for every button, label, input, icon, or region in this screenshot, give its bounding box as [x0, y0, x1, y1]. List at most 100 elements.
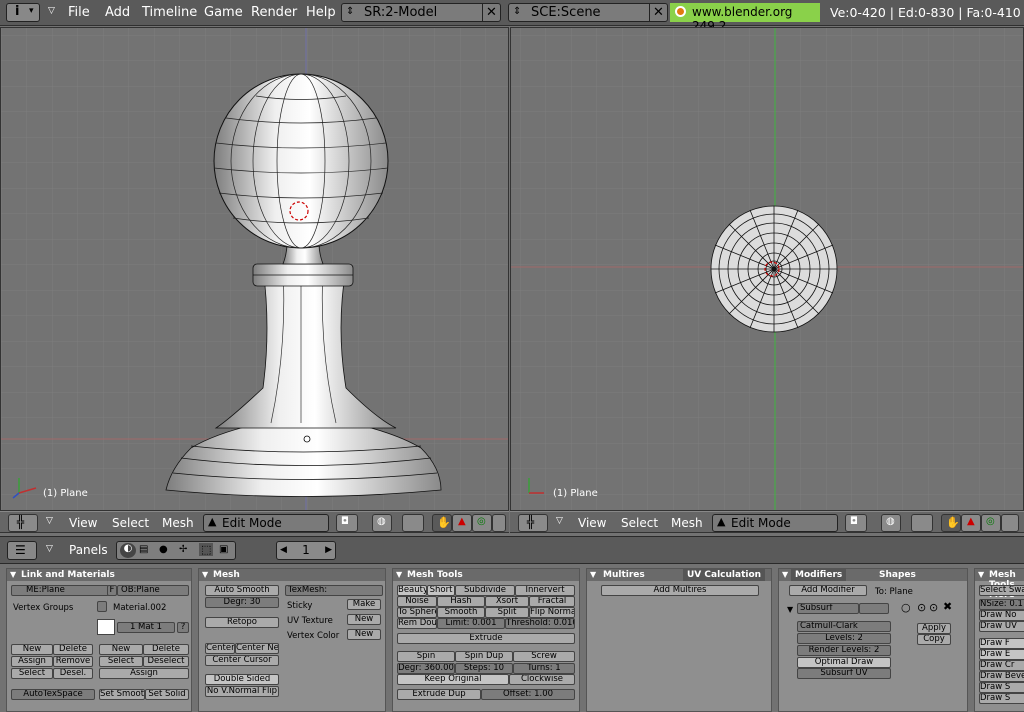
draw-creases-toggle[interactable]: Draw Cr	[979, 660, 1024, 671]
degr-field[interactable]: Degr: 30	[205, 597, 279, 608]
texmesh-field[interactable]: TexMesh:	[285, 585, 383, 596]
menu-help[interactable]: Help	[306, 5, 336, 20]
object-name-field[interactable]: OB:Plane	[117, 585, 189, 596]
nsize-field[interactable]: NSize: 0.1	[979, 599, 1024, 610]
subsurf-uv-toggle[interactable]: Subsurf UV	[797, 668, 891, 679]
draw-type-button[interactable]: ◘	[336, 514, 358, 532]
xsort-button[interactable]: Xsort	[485, 596, 529, 607]
vgroup-delete-button[interactable]: Delete	[53, 644, 93, 655]
menu-render[interactable]: Render	[251, 5, 297, 20]
draw-sharp-toggle[interactable]: Draw S	[979, 693, 1024, 704]
tab-shapes[interactable]: Shapes	[875, 569, 920, 581]
manipulator-button[interactable]	[911, 514, 933, 532]
help-button[interactable]: ?	[177, 622, 189, 633]
collapse-menu-icon[interactable]: ▽	[46, 516, 53, 526]
panel-header[interactable]: Mesh Tools	[393, 569, 579, 581]
screen-selector[interactable]: ⇕ SR:2-Model ✕	[341, 3, 501, 22]
tab-modifiers[interactable]: Modifiers	[791, 569, 847, 581]
panels-menu[interactable]: Panels	[69, 543, 108, 557]
rotate-button[interactable]: ◎	[981, 514, 1001, 532]
beauty-toggle[interactable]: Beauty	[397, 585, 427, 596]
limit-field[interactable]: Limit: 0.001	[437, 618, 505, 629]
scene-selector[interactable]: ⇕ SCE:Scene ✕	[508, 3, 668, 22]
offset-field[interactable]: Offset: 1.00	[481, 689, 575, 700]
apply-button[interactable]: Apply	[917, 623, 951, 634]
spin-dup-button[interactable]: Spin Dup	[455, 651, 513, 662]
innervert-button[interactable]: Innervert	[515, 585, 575, 596]
object-icon[interactable]: ✢	[179, 544, 187, 555]
vgroup-deselect-button[interactable]: Desel.	[53, 668, 93, 679]
view3d-type-button[interactable]: ╬	[518, 514, 548, 532]
material-delete-button[interactable]: Delete	[143, 644, 189, 655]
rotate-button[interactable]: ◎	[472, 514, 492, 532]
material-deselect-button[interactable]: Deselect	[143, 656, 189, 667]
add-multires-button[interactable]: Add Multires	[601, 585, 759, 596]
degr-field[interactable]: Degr: 360.00	[397, 663, 455, 674]
clockwise-toggle[interactable]: Clockwise	[509, 674, 575, 685]
double-sided-toggle[interactable]: Double Sided	[205, 674, 279, 685]
draw-faces-toggle[interactable]: Draw F	[979, 638, 1024, 649]
menu-add[interactable]: Add	[105, 5, 130, 20]
flip-normal-button[interactable]: Flip Normal	[529, 607, 575, 618]
vertex-color-new-button[interactable]: New	[347, 629, 381, 640]
editing-icon[interactable]: ⬚	[199, 543, 214, 556]
extrude-dup-button[interactable]: Extrude Dup	[397, 689, 481, 700]
vgroup-menu-button[interactable]	[97, 601, 107, 612]
to-sphere-button[interactable]: To Sphere	[397, 607, 437, 618]
fake-user-button[interactable]: F	[107, 585, 117, 596]
manipulator-button[interactable]	[402, 514, 424, 532]
steps-field[interactable]: Steps: 10	[455, 663, 513, 674]
noise-button[interactable]: Noise	[397, 596, 437, 607]
tab-uv-calculation[interactable]: UV Calculation	[683, 569, 766, 581]
menu-file[interactable]: File	[68, 5, 90, 20]
scene-icon[interactable]: ▣	[219, 544, 228, 555]
menu-timeline[interactable]: Timeline	[142, 5, 197, 20]
draw-normals-toggle[interactable]: Draw No	[979, 610, 1024, 621]
translate-button[interactable]: ▲	[452, 514, 472, 532]
draw-type-button[interactable]: ◘	[845, 514, 867, 532]
material-assign-button[interactable]: Assign	[99, 668, 189, 679]
close-icon[interactable]: ✕	[649, 4, 667, 21]
mode-selector[interactable]: ▲ Edit Mode	[712, 514, 838, 532]
vgroup-remove-button[interactable]: Remove	[53, 656, 93, 667]
subdivision-type-menu[interactable]: Catmull-Clark	[797, 621, 891, 632]
panel-header[interactable]: Link and Materials	[7, 569, 191, 581]
tab-multires[interactable]: Multires	[599, 569, 649, 581]
levels-field[interactable]: Levels: 2	[797, 633, 891, 644]
turns-field[interactable]: Turns: 1	[513, 663, 575, 674]
material-new-button[interactable]: New	[99, 644, 143, 655]
material-index-field[interactable]: 1 Mat 1	[117, 622, 175, 633]
move-up-icon[interactable]: ⊙	[917, 601, 926, 614]
blender-website-link[interactable]: www.blender.org 249.2	[670, 3, 820, 33]
pivot-button[interactable]: ◍	[881, 514, 901, 532]
menu-view[interactable]: View	[578, 516, 606, 530]
set-solid-button[interactable]: Set Solid	[145, 689, 189, 700]
collapse-menu-icon[interactable]: ▽	[46, 544, 53, 554]
mode-selector[interactable]: ▲ Edit Mode	[203, 514, 329, 532]
script-icon[interactable]: ▤	[139, 544, 148, 555]
subdivide-button[interactable]: Subdivide	[455, 585, 515, 596]
menu-game[interactable]: Game	[204, 5, 243, 20]
arrow-right-icon[interactable]: ▶	[325, 542, 332, 559]
window-type-button[interactable]: i ▾	[6, 3, 40, 22]
select-swap-button[interactable]: Select Swap	[979, 585, 1024, 596]
buttons-type-button[interactable]: ☰	[7, 541, 37, 560]
collapse-menu-icon[interactable]: ▽	[556, 516, 563, 526]
draw-seams-toggle[interactable]: Draw S	[979, 682, 1024, 693]
mesh-name-field[interactable]: ME:Plane	[11, 585, 109, 596]
autotexspace-toggle[interactable]: AutoTexSpace	[11, 689, 95, 700]
hand-tool-button[interactable]: ✋	[941, 514, 961, 532]
translate-button[interactable]: ▲	[961, 514, 981, 532]
add-modifier-menu[interactable]: Add Modifier	[789, 585, 867, 596]
modifier-name-field[interactable]: Subsurf	[797, 603, 859, 614]
auto-smooth-toggle[interactable]: Auto Smooth	[205, 585, 279, 596]
viewport-top[interactable]: (1) Plane	[510, 27, 1024, 511]
vgroup-assign-button[interactable]: Assign	[11, 656, 53, 667]
view3d-type-button[interactable]: ╬	[8, 514, 38, 532]
circle-icon[interactable]: ○	[901, 601, 911, 614]
sticky-make-button[interactable]: Make	[347, 599, 381, 610]
retopo-toggle[interactable]: Retopo	[205, 617, 279, 628]
menu-mesh[interactable]: Mesh	[162, 516, 194, 530]
hand-tool-button[interactable]: ✋	[432, 514, 452, 532]
modifier-visibility-toggles[interactable]	[859, 603, 889, 614]
